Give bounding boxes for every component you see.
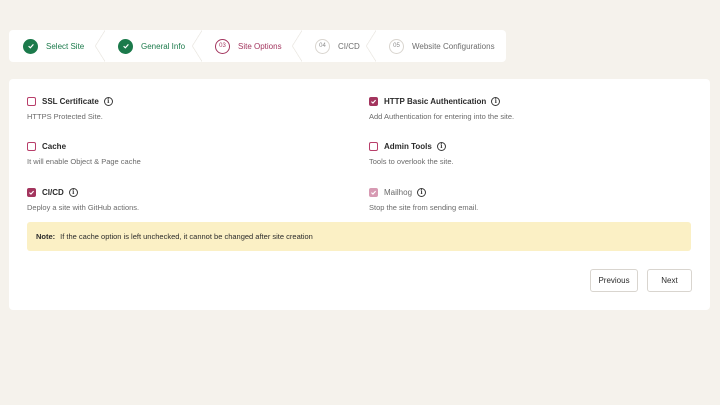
option-title: SSL Certificate — [42, 97, 99, 106]
mailhog-checkbox[interactable] — [369, 188, 378, 197]
step-label: Select Site — [46, 41, 85, 51]
step-label: Website Configurations — [412, 41, 495, 51]
check-icon — [118, 38, 133, 54]
step-label: CI/CD — [338, 41, 360, 51]
option-description: It will enable Object & Page cache — [27, 157, 141, 166]
option-title: Mailhog — [384, 188, 413, 197]
option-mailhog: Mailhog i Stop the site from sending ema… — [369, 187, 478, 212]
option-title: CI/CD — [42, 188, 64, 197]
step-number: 04 — [315, 38, 330, 54]
step-label: Site Options — [238, 41, 282, 51]
option-description: Deploy a site with GitHub actions. — [27, 203, 140, 212]
cache-note: Note: If the cache option is left unchec… — [27, 222, 691, 251]
option-description: HTTPS Protected Site. — [27, 112, 103, 121]
next-button[interactable]: Next — [647, 269, 692, 292]
step-general-info[interactable]: General Info — [104, 30, 202, 62]
option-title: HTTP Basic Authentication — [384, 97, 487, 106]
previous-button[interactable]: Previous — [590, 269, 638, 292]
ci-cd-checkbox[interactable] — [27, 188, 36, 197]
option-description: Stop the site from sending email. — [369, 203, 479, 212]
info-icon[interactable]: i — [103, 97, 113, 106]
note-text: If the cache option is left unchecked, i… — [60, 232, 313, 241]
option-http-basic-auth: HTTP Basic Authentication i Add Authenti… — [369, 96, 514, 121]
ssl-certificate-checkbox[interactable] — [27, 97, 36, 106]
option-ci-cd: CI/CD i Deploy a site with GitHub action… — [27, 187, 139, 212]
note-label: Note: — [36, 232, 56, 241]
option-title: Admin Tools — [384, 142, 432, 151]
step-number: 03 — [215, 38, 230, 54]
cache-checkbox[interactable] — [27, 142, 36, 151]
option-ssl-certificate: SSL Certificate i HTTPS Protected Site. — [27, 96, 113, 121]
option-admin-tools: Admin Tools i Tools to overlook the site… — [369, 141, 454, 166]
info-icon[interactable]: i — [436, 142, 446, 151]
step-ci-cd[interactable]: 04 CI/CD — [301, 30, 376, 62]
step-site-options[interactable]: 03 Site Options — [201, 30, 302, 62]
step-number: 05 — [389, 38, 404, 54]
step-label: General Info — [141, 41, 186, 51]
admin-tools-checkbox[interactable] — [369, 142, 378, 151]
check-icon — [23, 38, 38, 54]
option-description: Tools to overlook the site. — [369, 157, 454, 166]
option-title: Cache — [42, 142, 67, 151]
http-basic-auth-checkbox[interactable] — [369, 97, 378, 106]
step-website-configurations[interactable]: 05 Website Configurations — [375, 30, 506, 62]
option-cache: Cache It will enable Object & Page cache — [27, 141, 141, 166]
info-icon[interactable]: i — [417, 188, 427, 197]
site-options-card: SSL Certificate i HTTPS Protected Site. … — [9, 79, 710, 310]
info-icon[interactable]: i — [491, 97, 501, 106]
info-icon[interactable]: i — [68, 188, 78, 197]
stepper: Select Site General Info 03 Site Options… — [9, 30, 506, 62]
step-select-site[interactable]: Select Site — [9, 30, 105, 62]
option-description: Add Authentication for entering into the… — [369, 112, 515, 121]
